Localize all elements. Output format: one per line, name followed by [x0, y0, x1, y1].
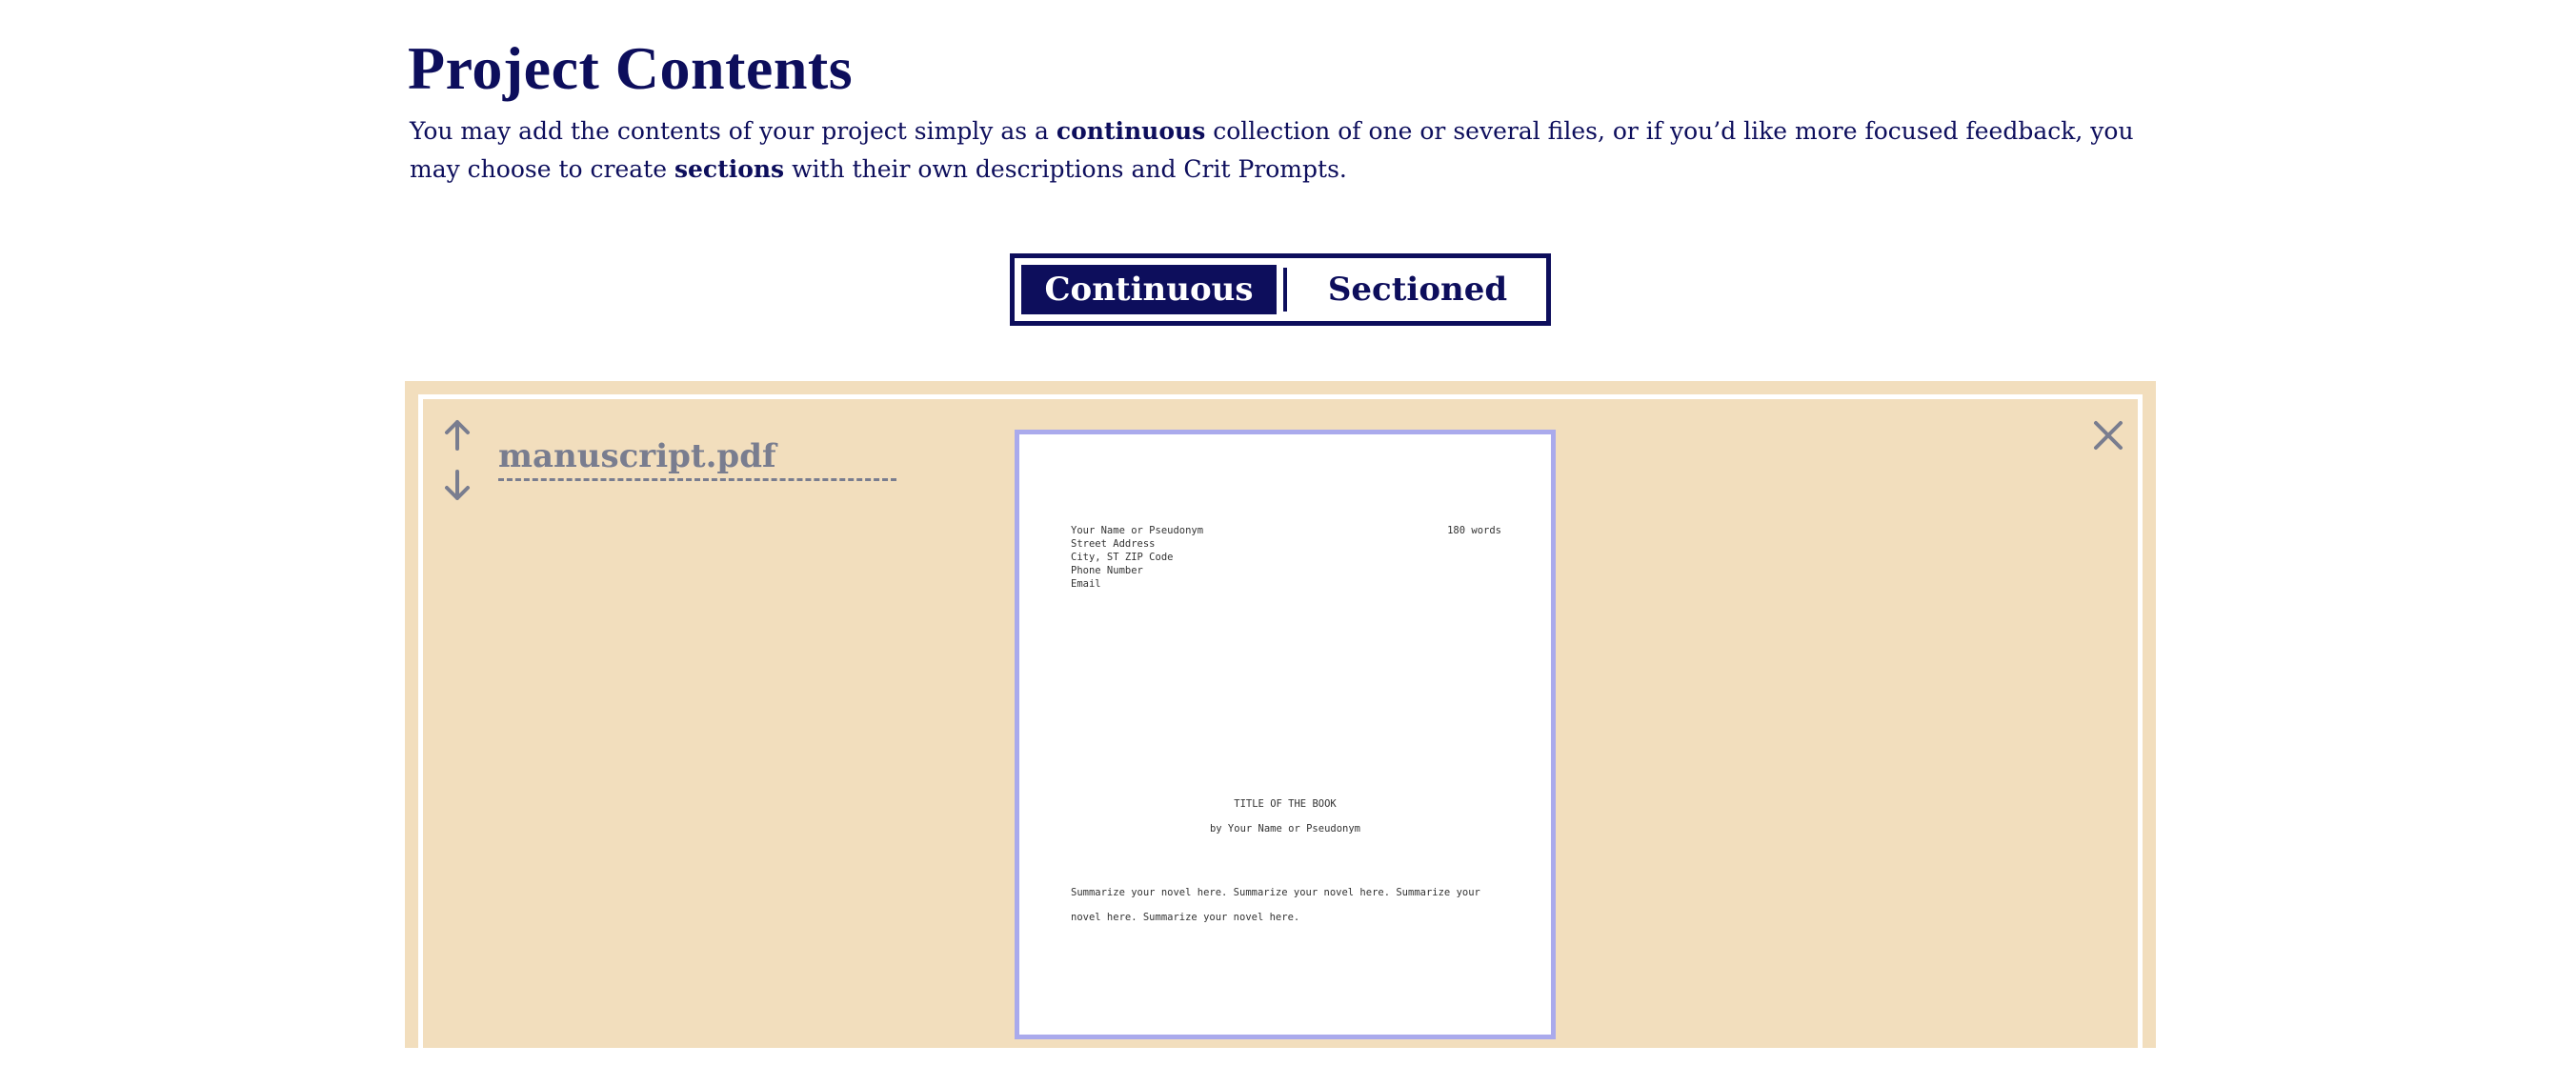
intro-prefix: You may add the contents of your project… [410, 117, 1057, 145]
arrow-down-icon[interactable] [442, 469, 473, 503]
preview-book-byline: by Your Name or Pseudonym [1209, 823, 1361, 835]
intro-suffix: with their own descriptions and Crit Pro… [784, 155, 1347, 183]
preview-address-line: Your Name or Pseudonym [1071, 525, 1204, 536]
preview-address-line: Email [1071, 578, 1101, 590]
arrow-up-icon[interactable] [442, 417, 473, 452]
intro-bold-sections: sections [674, 155, 785, 183]
preview-address-block: Your Name or Pseudonym Street Address Ci… [1071, 524, 1203, 591]
document-preview: Your Name or Pseudonym Street Address Ci… [1015, 430, 1556, 1039]
page-title: Project Contents [408, 34, 854, 102]
preview-summary: Summarize your novel here. Summarize you… [1071, 887, 1480, 923]
preview-book-title: TITLE OF THE BOOK [1234, 798, 1337, 810]
preview-word-count: 180 words [1447, 525, 1501, 536]
mode-toggle: Continuous Sectioned [1010, 253, 1551, 326]
preview-address-line: Phone Number [1071, 565, 1143, 576]
intro-bold-continuous: continuous [1056, 117, 1206, 145]
toggle-divider [1283, 268, 1287, 312]
intro-text: You may add the contents of your project… [410, 112, 2172, 189]
toggle-option-continuous[interactable]: Continuous [1021, 265, 1277, 314]
preview-address-line: Street Address [1071, 538, 1156, 550]
preview-address-line: City, ST ZIP Code [1071, 552, 1174, 563]
toggle-option-sectioned[interactable]: Sectioned [1291, 265, 1544, 314]
file-name-field[interactable]: manuscript.pdf [498, 436, 896, 481]
close-icon[interactable] [2092, 419, 2124, 452]
